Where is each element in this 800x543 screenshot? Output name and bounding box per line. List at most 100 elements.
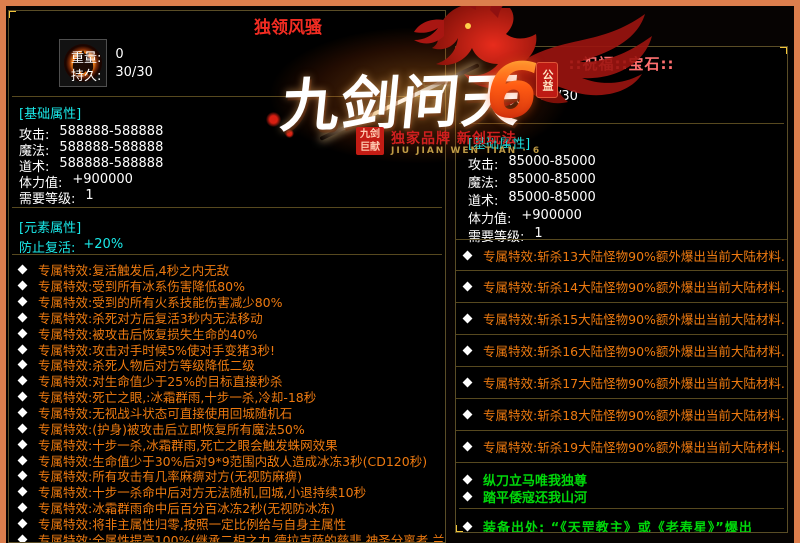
section-header-base: [基础属性] [468,133,530,152]
stat-row: 攻击: 85000-85000 [468,154,596,172]
diamond-bullet-icon [18,313,28,323]
game-screen: 独领风骚 重量: 0 [0,0,800,543]
section-header-element: [元素属性] [19,217,81,236]
stat-row: 魔法: 588888-588888 [19,140,163,156]
stat-value: 588888-588888 [59,140,163,156]
effect-list: 专属特效:复活触发后,4秒之内无敌 专属特效:受到所有冰系伤害降低80% 专属特… [19,262,445,543]
stat-row: 道术: 588888-588888 [19,156,163,172]
weight-value: 0 [115,47,123,66]
stat-value: 85000-85000 [508,190,595,208]
stat-label: 魔法: [19,140,49,156]
diamond-bullet-icon [463,492,473,502]
stat-label: 体力值: [19,172,62,188]
base-stats: 攻击: 85000-85000 魔法: 85000-85000 道术: 8500… [468,154,596,244]
effect-table: 专属特效:斩杀13大陆怪物90%额外爆出当前大陆材料. 专属特效:斩杀14大陆怪… [456,239,787,463]
stat-label: 攻击: [19,124,49,140]
section-header-base: [基础属性] [19,103,81,122]
element-stats: 防止复活: +20% [19,237,123,253]
corner-accent [780,46,788,54]
stat-label: 道术: [19,156,49,172]
divider [12,96,442,97]
diamond-bullet-icon [463,410,473,420]
stat-value: 588888-588888 [59,124,163,140]
weight-label: 重量: [71,47,101,66]
diamond-bullet-icon [18,518,28,528]
stat-label: 魔法: [468,172,498,190]
diamond-bullet-icon [18,392,28,402]
diamond-bullet-icon [18,439,28,449]
divider [459,508,784,509]
corner-accent [455,525,463,533]
diamond-bullet-icon [463,346,473,356]
stat-value: 588888-588888 [59,156,163,172]
stat-row: 体力值: +900000 [19,172,163,188]
item-source-text: 装备出处: “《天罡教主》或《老寿星》”爆出 [483,517,753,534]
diamond-bullet-icon [18,503,28,513]
stat-row: 道术: 85000-85000 [468,190,596,208]
diamond-bullet-icon [18,534,28,543]
effect-row: 专属特效:斩杀13大陆怪物90%额外爆出当前大陆材料. [456,239,787,271]
item-name: 独领风骚 [254,13,322,38]
right-item-tooltip: ::祝福::宝石:: 重量: 0 持久: 30/30 [基础属性] 攻击: 85… [455,46,788,533]
diamond-bullet-icon [463,475,473,485]
diamond-bullet-icon [463,378,473,388]
slogan-row: 踏平倭寇还我山河 [464,488,787,505]
stat-row: 魔法: 85000-85000 [468,172,596,190]
stat-row: 防止复活: +20% [19,237,123,253]
effect-row: 专属特效:斩杀16大陆怪物90%额外爆出当前大陆材料. [456,335,787,367]
stat-label: 体力值: [468,208,511,226]
diamond-bullet-icon [18,487,28,497]
divider [12,207,442,208]
stat-row: 攻击: 588888-588888 [19,124,163,140]
durability-label: 持久: [71,65,101,84]
weight-row: 重量: 0 [496,71,549,90]
stat-value: +900000 [72,172,133,188]
effect-row: 专属特效:全属性提高100%(继承二相之力,德拉克萨的慈悲,神圣分离者,兰德里的 [19,531,445,543]
diamond-bullet-icon [18,423,28,433]
durability-row: 持久: 30/30 [71,65,153,84]
slogan-row: 纵刀立马唯我独尊 [464,471,787,488]
diamond-bullet-icon [18,360,28,370]
corner-accent [8,10,16,18]
stat-value: +900000 [521,208,582,226]
diamond-bullet-icon [18,265,28,275]
diamond-bullet-icon [18,376,28,386]
weight-value: 0 [540,71,548,90]
stat-label: 攻击: [468,154,498,172]
diamond-bullet-icon [18,455,28,465]
effect-row: 专属特效:斩杀18大陆怪物90%额外爆出当前大陆材料. [456,399,787,431]
stat-value: 85000-85000 [508,154,595,172]
stat-label: 道术: [468,190,498,208]
stat-value: 85000-85000 [508,172,595,190]
diamond-bullet-icon [18,297,28,307]
stat-label: 需要等级: [19,188,75,204]
item-source-row: 装备出处: “《天罡教主》或《老寿星》”爆出 [464,515,787,533]
diamond-bullet-icon [463,521,473,531]
durability-row: 持久: 30/30 [496,89,578,108]
weight-row: 重量: 0 [71,47,124,66]
divider [459,123,784,124]
stat-value: +20% [83,237,123,253]
diamond-bullet-icon [18,281,28,291]
effect-row: 专属特效:斩杀17大陆怪物90%额外爆出当前大陆材料. [456,367,787,399]
divider [12,254,442,255]
durability-value: 30/30 [115,65,152,84]
weight-label: 重量: [496,71,526,90]
slogan-list: 纵刀立马唯我独尊 踏平倭寇还我山河 [464,471,787,505]
diamond-bullet-icon [18,471,28,481]
stat-value: 1 [85,188,93,204]
durability-value: 30/30 [540,89,577,108]
diamond-bullet-icon [463,314,473,324]
diamond-bullet-icon [463,282,473,292]
diamond-bullet-icon [18,408,28,418]
diamond-bullet-icon [463,250,473,260]
effect-row: 专属特效:斩杀14大陆怪物90%额外爆出当前大陆材料. [456,271,787,303]
stat-row: 需要等级: 1 [19,188,163,204]
left-item-tooltip: 独领风骚 重量: 0 [8,10,446,543]
stat-row: 体力值: +900000 [468,208,596,226]
diamond-bullet-icon [18,344,28,354]
diamond-bullet-icon [463,442,473,452]
durability-label: 持久: [496,89,526,108]
effect-row: 专属特效:斩杀19大陆怪物90%额外爆出当前大陆材料. [456,431,787,463]
stat-label: 防止复活: [19,237,75,253]
